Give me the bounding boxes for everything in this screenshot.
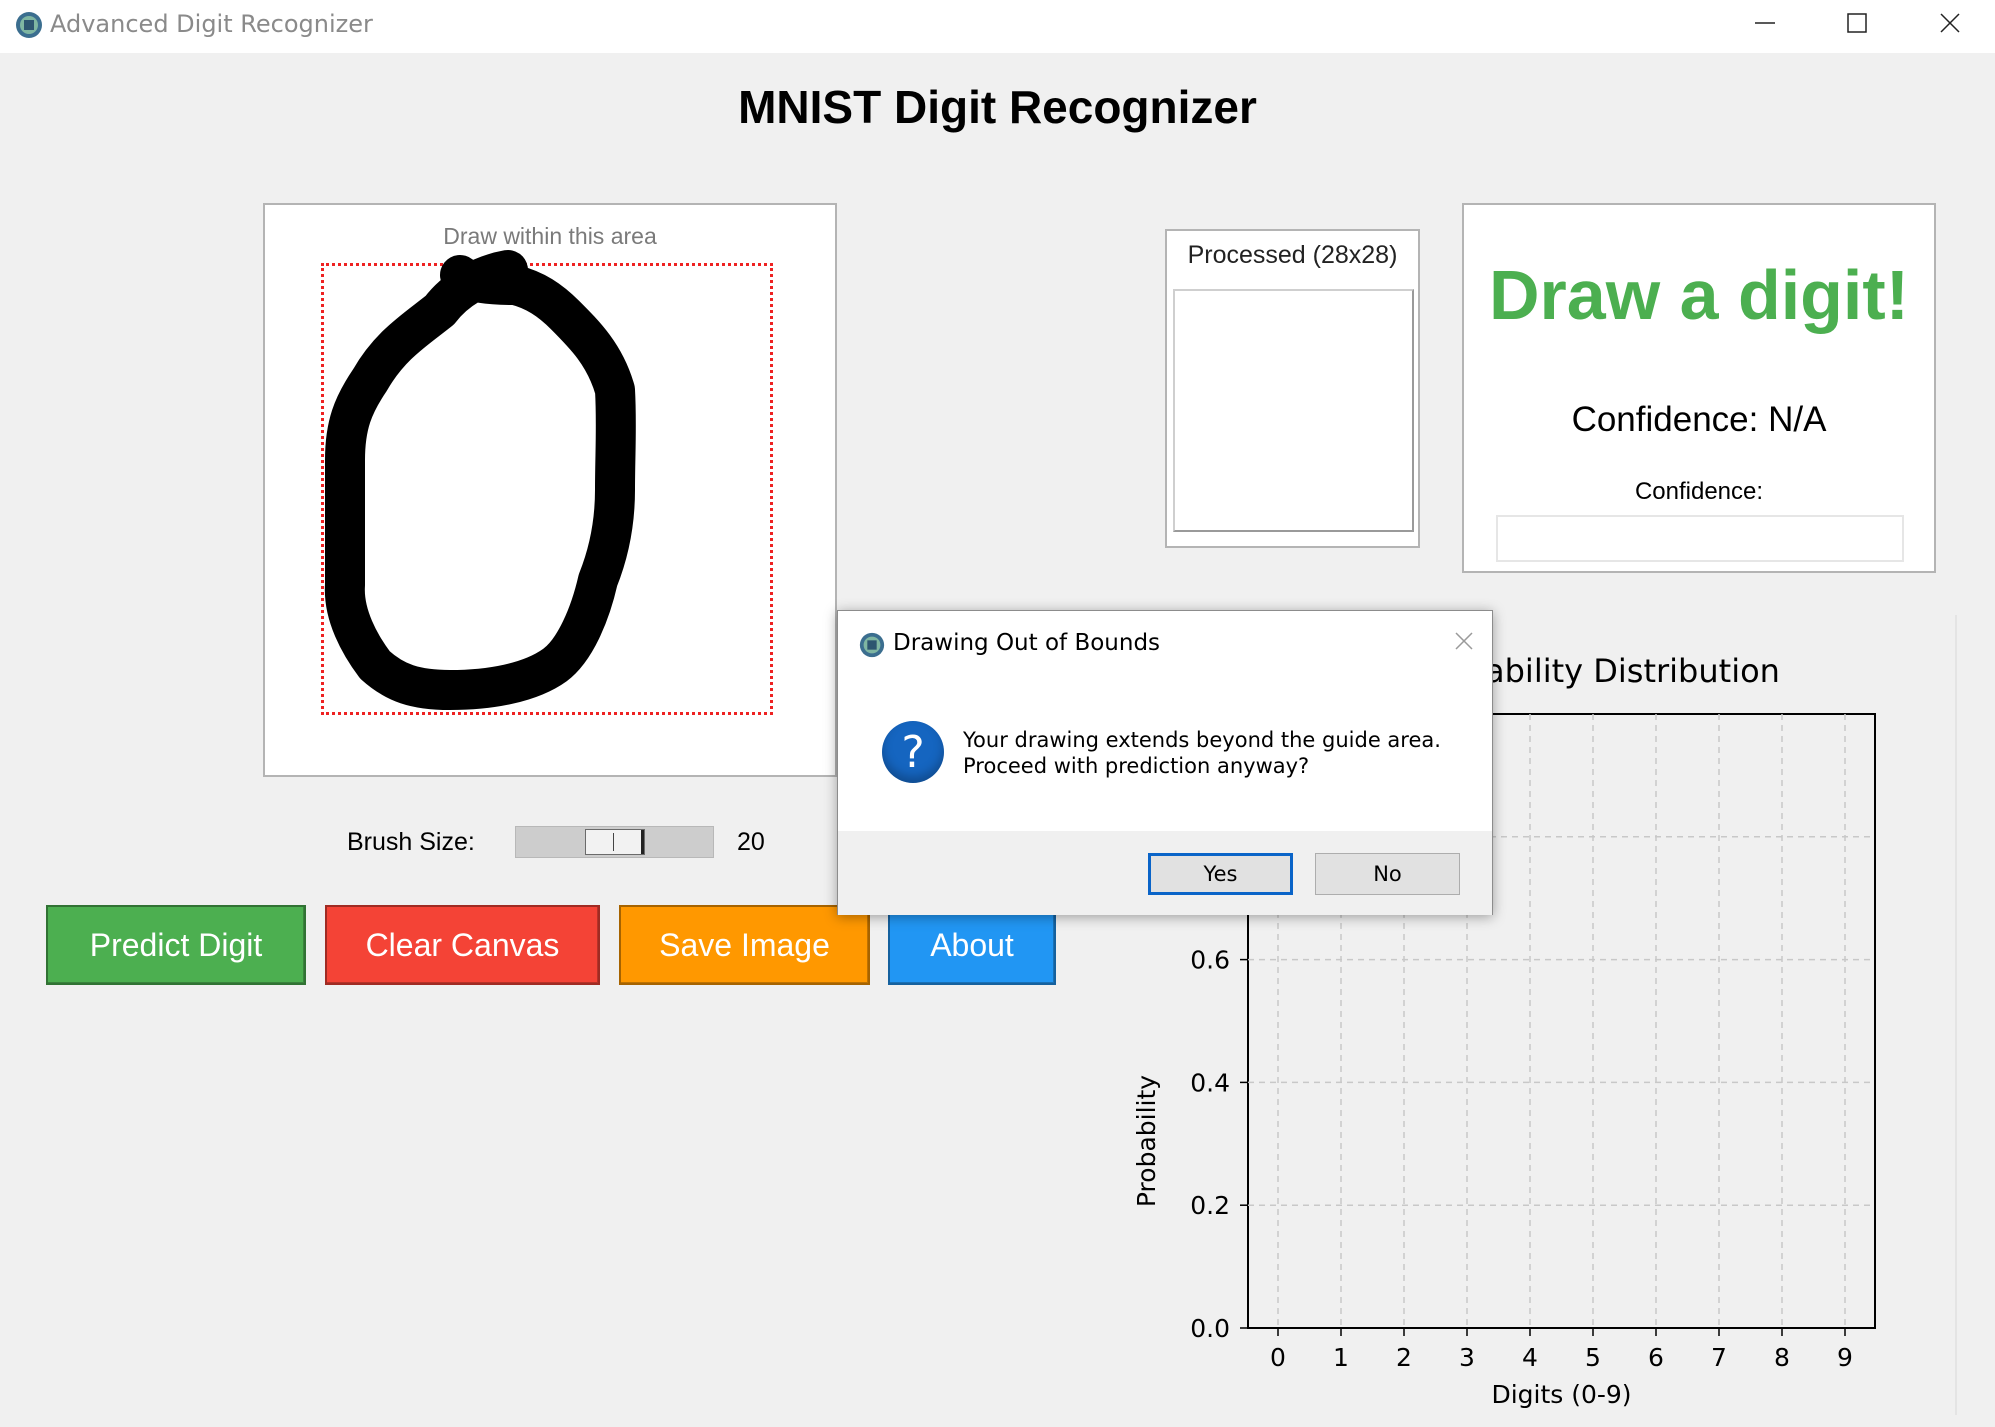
- confidence-progress-bar: [1496, 515, 1904, 562]
- confidence-text: Confidence: N/A: [1571, 400, 1827, 439]
- minimize-button[interactable]: [1720, 0, 1810, 46]
- yes-button[interactable]: Yes: [1148, 853, 1293, 895]
- dialog-message: Your drawing extends beyond the guide ar…: [963, 728, 1441, 752]
- y-tick-label: 0.2: [1190, 1191, 1230, 1220]
- x-tick-label: 2: [1396, 1343, 1412, 1372]
- x-tick-label: 7: [1711, 1343, 1727, 1372]
- app-icon: [859, 632, 885, 658]
- maximize-icon: [1847, 13, 1867, 33]
- chart-title: ability Distribution: [1485, 652, 1780, 690]
- window-title: Advanced Digit Recognizer: [50, 10, 373, 38]
- close-icon: [1940, 13, 1960, 33]
- predict-digit-button[interactable]: Predict Digit: [46, 905, 306, 985]
- about-button[interactable]: About: [888, 905, 1056, 985]
- x-tick-label: 3: [1459, 1343, 1475, 1372]
- brush-size-label: Brush Size:: [347, 828, 475, 856]
- out-of-bounds-dialog: Drawing Out of Bounds ? Your drawing ext…: [837, 610, 1493, 915]
- x-tick-label: 1: [1333, 1343, 1349, 1372]
- brush-size-slider-thumb[interactable]: [585, 829, 645, 855]
- brush-size-slider[interactable]: [515, 826, 714, 858]
- processed-preview-panel: Processed (28x28): [1165, 229, 1420, 548]
- maximize-button[interactable]: [1812, 0, 1902, 46]
- close-button[interactable]: [1905, 0, 1995, 46]
- y-axis-label: Probability: [1132, 1075, 1161, 1207]
- x-tick-label: 5: [1585, 1343, 1601, 1372]
- drawing-canvas[interactable]: Draw within this area: [263, 203, 837, 777]
- confidence-bar-label: Confidence:: [1634, 478, 1764, 505]
- x-tick-label: 6: [1648, 1343, 1664, 1372]
- y-tick-label: 0.6: [1190, 946, 1230, 975]
- save-image-button[interactable]: Save Image: [619, 905, 870, 985]
- brush-size-value: 20: [737, 828, 765, 856]
- prediction-text: Draw a digit!: [1488, 256, 1910, 334]
- x-tick-label: 4: [1522, 1343, 1538, 1372]
- drawn-stroke: [324, 250, 636, 710]
- page-title: MNIST Digit Recognizer: [738, 81, 1257, 133]
- app-icon: [16, 12, 42, 38]
- title-bar: Advanced Digit Recognizer: [0, 0, 1995, 53]
- x-tick-label: 0: [1270, 1343, 1286, 1372]
- x-axis-label: Digits (0-9): [1491, 1380, 1631, 1409]
- x-tick-label: 8: [1774, 1343, 1790, 1372]
- no-button[interactable]: No: [1315, 853, 1460, 895]
- minimize-icon: [1755, 22, 1775, 24]
- dialog-title: Drawing Out of Bounds: [893, 630, 1161, 656]
- processed-image: [1173, 289, 1414, 532]
- dialog-close-button[interactable]: [1448, 625, 1480, 657]
- result-panel: Draw a digit! Confidence: N/A Confidence…: [1462, 203, 1936, 573]
- close-icon: [1455, 632, 1473, 650]
- dialog-message: Proceed with prediction anyway?: [963, 754, 1310, 778]
- processed-label: Processed (28x28): [1187, 241, 1398, 269]
- y-tick-label: 0.4: [1190, 1068, 1230, 1097]
- y-tick-label: 0.0: [1190, 1314, 1230, 1343]
- x-tick-label: 9: [1837, 1343, 1853, 1372]
- clear-canvas-button[interactable]: Clear Canvas: [325, 905, 600, 985]
- plot-divider: [1955, 615, 1957, 1415]
- app-window: Advanced Digit Recognizer MNIST Digit Re…: [0, 0, 1995, 1427]
- question-icon: ?: [882, 721, 944, 783]
